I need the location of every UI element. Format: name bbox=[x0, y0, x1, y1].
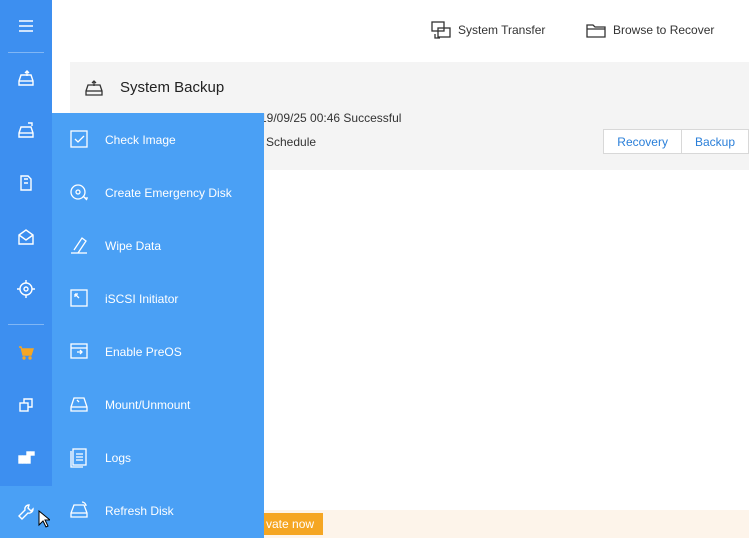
menu-item-iscsi-initiator[interactable]: iSCSI Initiator bbox=[52, 272, 264, 325]
schedule-link[interactable]: Schedule bbox=[266, 135, 316, 149]
system-backup-icon bbox=[84, 78, 104, 98]
menu-item-wipe-data[interactable]: Wipe Data bbox=[52, 219, 264, 272]
rail-clone-button[interactable] bbox=[0, 104, 52, 156]
menu-item-check-image[interactable]: Check Image bbox=[52, 113, 264, 166]
check-image-icon bbox=[68, 128, 90, 150]
apps-icon bbox=[18, 451, 35, 464]
menu-item-label: Logs bbox=[105, 450, 132, 465]
browse-to-recover-button[interactable]: Browse to Recover bbox=[585, 18, 714, 42]
rail-files-button[interactable] bbox=[0, 157, 52, 209]
menu-item-label: Check Image bbox=[105, 132, 176, 147]
rail-mail-button[interactable] bbox=[0, 211, 52, 263]
mount-icon bbox=[68, 393, 90, 415]
tools-flyout-menu: Check Image Create Emergency Disk Wipe D… bbox=[52, 113, 264, 538]
backup-drive-icon bbox=[18, 70, 34, 86]
recovery-button[interactable]: Recovery bbox=[603, 129, 682, 154]
wrench-icon bbox=[18, 504, 34, 520]
cart-icon bbox=[19, 346, 34, 360]
emergency-disk-icon bbox=[68, 181, 90, 203]
menu-item-create-emergency-disk[interactable]: Create Emergency Disk bbox=[52, 166, 264, 219]
refresh-disk-icon bbox=[68, 499, 90, 521]
rail-divider bbox=[8, 324, 44, 325]
card-title: System Backup bbox=[120, 79, 225, 96]
rail-target-button[interactable] bbox=[0, 263, 52, 315]
preos-icon bbox=[68, 340, 90, 362]
card-actions: Recovery Backup bbox=[603, 129, 749, 154]
files-icon bbox=[20, 175, 32, 191]
menu-item-label: Create Emergency Disk bbox=[105, 185, 232, 200]
mail-icon bbox=[18, 229, 34, 245]
menu-item-refresh-disk[interactable]: Refresh Disk bbox=[52, 484, 264, 537]
target-icon bbox=[17, 280, 35, 298]
backup-button[interactable]: Backup bbox=[681, 129, 749, 154]
copy-icon bbox=[19, 398, 33, 412]
clone-drive-icon bbox=[18, 122, 34, 138]
rail-backup-button[interactable] bbox=[0, 52, 52, 104]
browse-to-recover-label: Browse to Recover bbox=[613, 23, 715, 37]
folder-icon bbox=[586, 24, 606, 38]
menu-item-logs[interactable]: Logs bbox=[52, 431, 264, 484]
menu-item-label: Wipe Data bbox=[105, 238, 162, 253]
system-transfer-button[interactable]: System Transfer bbox=[430, 18, 545, 42]
menu-item-mount-unmount[interactable]: Mount/Unmount bbox=[52, 378, 264, 431]
eraser-icon bbox=[68, 234, 90, 256]
menu-icon bbox=[19, 20, 33, 32]
left-rail bbox=[0, 0, 52, 538]
menu-item-label: Refresh Disk bbox=[105, 503, 174, 518]
backup-status: 19/09/25 00:46 Successful bbox=[260, 111, 402, 125]
rail-copy-button[interactable] bbox=[0, 379, 52, 431]
rail-store-button[interactable] bbox=[0, 326, 52, 378]
system-transfer-icon bbox=[431, 21, 451, 39]
rail-apps-button[interactable] bbox=[0, 431, 52, 483]
mouse-cursor-icon bbox=[38, 510, 50, 528]
menu-item-label: Enable PreOS bbox=[105, 344, 182, 359]
menu-item-label: Mount/Unmount bbox=[105, 397, 191, 412]
system-transfer-label: System Transfer bbox=[458, 23, 546, 37]
rail-menu-button[interactable] bbox=[0, 0, 52, 52]
logs-icon bbox=[68, 446, 90, 468]
menu-item-enable-preos[interactable]: Enable PreOS bbox=[52, 325, 264, 378]
menu-item-label: iSCSI Initiator bbox=[105, 291, 179, 306]
iscsi-icon bbox=[68, 287, 90, 309]
